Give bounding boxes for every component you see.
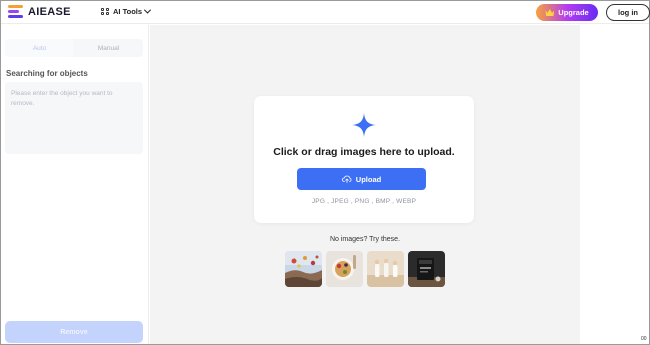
upload-button[interactable]: Upload [297, 168, 426, 190]
logo-icon [8, 5, 23, 18]
section-title: Searching for objects [6, 69, 88, 78]
sample-image-food-bowl[interactable] [326, 251, 363, 287]
sample-image-people[interactable] [367, 251, 404, 287]
brand-logo[interactable]: AIEASE [8, 5, 71, 18]
samples-prompt: No images? Try these. [329, 236, 401, 243]
supported-formats: JPG , JPEG , PNG , BMP , WEBP [311, 198, 417, 205]
main-area: Click or drag images here to upload. Upl… [150, 25, 580, 344]
crown-icon [545, 9, 555, 16]
ai-tools-menu[interactable]: AI Tools [101, 6, 152, 16]
top-bar: AIEASE AI Tools Upgrade log in [1, 1, 650, 24]
upload-title: Click or drag images here to upload. [273, 146, 455, 158]
tab-auto[interactable]: Auto [5, 39, 74, 57]
chevron-down-icon [143, 6, 152, 14]
object-input[interactable] [5, 82, 143, 154]
upload-label: Upload [355, 174, 382, 184]
remove-button[interactable]: Remove [5, 321, 143, 343]
login-button[interactable]: log in [606, 4, 650, 21]
grid-icon [101, 7, 109, 16]
left-panel: Auto Manual Searching for objects Remove [1, 25, 149, 344]
tab-manual[interactable]: Manual [74, 39, 143, 57]
upload-dropzone[interactable]: Click or drag images here to upload. Upl… [254, 96, 474, 223]
mode-tabs: Auto Manual [5, 39, 143, 57]
ai-tools-label: AI Tools [113, 7, 143, 16]
corner-text: 00 [641, 336, 647, 342]
sparkle-icon [352, 113, 376, 137]
upgrade-button[interactable]: Upgrade [536, 4, 598, 21]
cloud-upload-icon [341, 175, 352, 183]
sample-image-product[interactable] [408, 251, 445, 287]
right-panel [580, 25, 649, 344]
sample-thumbnails [285, 251, 445, 287]
sample-image-balloons[interactable] [285, 251, 322, 287]
upgrade-label: Upgrade [558, 8, 589, 17]
brand-name: AIEASE [28, 5, 71, 18]
